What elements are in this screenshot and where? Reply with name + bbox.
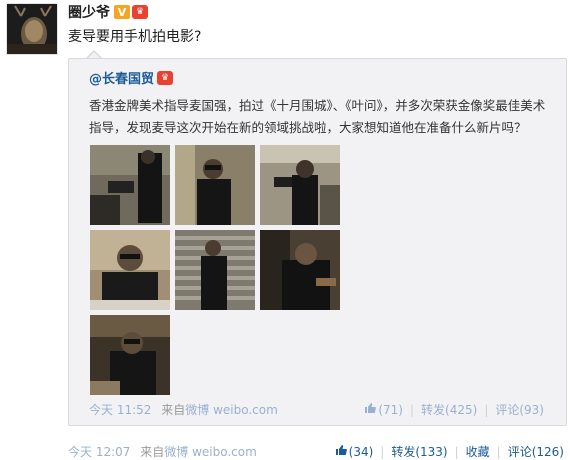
photo-thumbnail[interactable] — [90, 230, 170, 310]
source-prefix: 来自 — [161, 403, 186, 417]
photo-thumbnail[interactable] — [175, 145, 255, 225]
reposted-content: @长春国贸 ♛ 香港金牌美术指导麦国强，拍过《十月围城》、《叶问》，并多次荣获金… — [68, 58, 567, 426]
post-timestamp[interactable]: 今天 12:07 — [68, 445, 130, 459]
like-button[interactable]: (71) — [364, 402, 403, 417]
avatar-image — [7, 4, 57, 54]
original-post-text: 香港金牌美术指导麦国强，拍过《十月围城》、《叶问》，并多次荣获金像奖最佳美术指导… — [89, 98, 546, 135]
author-name[interactable]: 圈少爷 — [68, 2, 110, 22]
photo-thumbnail[interactable] — [90, 315, 170, 395]
member-badge-icon[interactable]: ♛ — [157, 70, 174, 85]
favorite-button[interactable]: 收藏 — [466, 443, 490, 460]
photo-thumbnail[interactable] — [175, 230, 255, 310]
repost-button[interactable]: 转发(133) — [391, 443, 447, 460]
repost-button[interactable]: 转发(425) — [421, 401, 477, 418]
repost-timestamp[interactable]: 今天 11:52 — [89, 403, 151, 417]
like-button[interactable]: (34) — [335, 444, 374, 459]
photo-thumbnail[interactable] — [260, 230, 340, 310]
member-badge-icon[interactable]: ♛ — [132, 5, 148, 19]
like-count: (34) — [348, 445, 374, 459]
thumbs-up-icon — [335, 444, 347, 459]
photo-thumbnail[interactable] — [260, 145, 340, 225]
post-text: 麦导要用手机拍电影? — [68, 29, 202, 45]
source-link[interactable]: 微博 weibo.com — [164, 445, 257, 459]
thumbs-up-icon — [364, 402, 377, 417]
original-author-link[interactable]: @长春国贸 — [89, 68, 154, 87]
photo-thumbnail[interactable] — [90, 145, 170, 225]
like-count: (71) — [378, 403, 403, 417]
verified-v-icon[interactable]: V — [114, 5, 130, 19]
comment-button[interactable]: 评论(93) — [495, 401, 544, 418]
author-avatar[interactable] — [6, 3, 58, 55]
source-prefix: 来自 — [140, 445, 165, 459]
comment-button[interactable]: 评论(126) — [508, 443, 564, 460]
source-link[interactable]: 微博 weibo.com — [185, 403, 278, 417]
